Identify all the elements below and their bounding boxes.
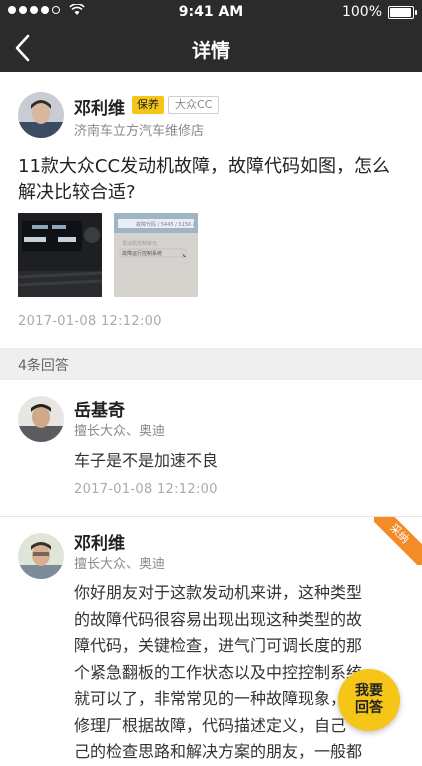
avatar[interactable] [18,92,64,138]
image-caption-3: 故障运行控制系统 [122,250,162,257]
answerer-name[interactable]: 岳基奇 [74,396,125,421]
answer-item: 岳基奇 擅长大众、奥迪 车子是不是加速不良 2017-01-08 12:12:0… [0,380,422,517]
service-tag: 保养 [132,96,164,114]
answer-line: 你好朋友对于这款发动机来讲，这种类型 [74,583,363,602]
answer-line: 障代码，关键检查，进气门可调长度的那 [74,636,363,655]
accepted-badge: 采纳 [374,517,422,565]
question-image-2[interactable]: 故障代码 / 5445 / 5156 / 发动机控制单元 故障运行控制系统 [114,213,198,297]
answer-line: 己的检查思路和解决方案的朋友，一般都 [74,742,363,761]
author-name[interactable]: 邓利维 [74,94,125,119]
answerer-expertise: 擅长大众、奥迪 [74,557,166,572]
avatar[interactable] [18,396,64,442]
answerer-expertise: 擅长大众、奥迪 [74,424,166,439]
answers-count-bar: 4条回答 [0,348,422,380]
status-bar: 9:41 AM 100% [0,0,422,24]
post-time: 2017-01-08 12:12:00 [18,314,162,329]
question-image-1[interactable] [18,213,102,297]
question-text: 11款大众CC发动机故障，故障代码如图，怎么解决比较合适? [18,156,391,203]
answer-fab-button[interactable]: 我要 回答 [338,669,400,731]
top-bar: 9:41 AM 100% 详情 [0,0,422,72]
battery-percent: 100% [341,4,382,20]
fab-label-line1: 我要 [355,683,383,699]
image-caption-2: 发动机控制单元 [122,240,157,247]
answerer-name[interactable]: 邓利维 [74,529,125,554]
page-title: 详情 [191,40,230,62]
fab-label-line2: 回答 [355,700,383,716]
avatar[interactable] [18,533,64,579]
answer-time: 2017-01-08 12:12:00 [74,482,218,497]
answers-count: 4条回答 [18,358,69,374]
battery-icon [388,5,417,19]
question-post: 邓利维 保养 大众CC 济南车立方汽车维修店 11款大众CC发动机故障，故障代码… [0,72,422,348]
answer-content: 车子是不是加速不良 [74,451,219,470]
accepted-corner: 采纳 [374,517,422,565]
nav-bar: 详情 [0,24,422,72]
battery-indicator: 100% [341,4,417,20]
image-caption-1: 故障代码 / 5445 / 5156 / [136,221,195,228]
car-model-tag: 大众CC [168,96,220,114]
shop-name[interactable]: 济南车立方汽车维修店 [74,120,204,139]
answer-line: 的故障代码很容易出现出现这种类型的故 [74,609,363,629]
